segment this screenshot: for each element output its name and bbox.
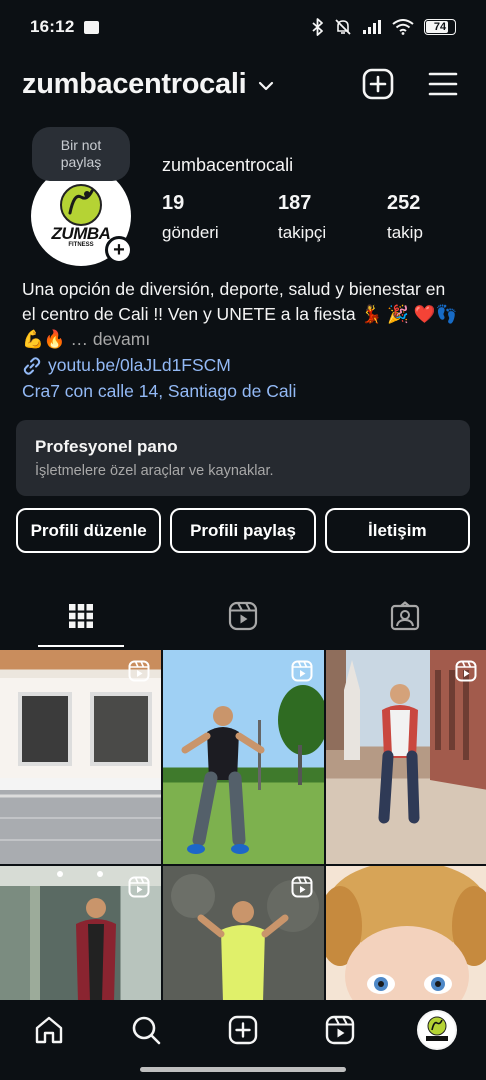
grid-post-4[interactable] bbox=[0, 866, 161, 1000]
dashboard-title: Profesyonel pano bbox=[35, 437, 178, 456]
contact-button[interactable]: İletişim bbox=[324, 508, 470, 553]
search-icon bbox=[132, 1016, 161, 1045]
professional-dashboard-card[interactable]: Profesyonel pano İşletmelere özel araçla… bbox=[16, 420, 470, 496]
stat-followers-label: takipçi bbox=[278, 223, 327, 242]
zumba-logo-icon bbox=[60, 184, 102, 226]
tab-tagged[interactable] bbox=[324, 585, 486, 647]
profile-header: zumbacentrocali bbox=[22, 60, 458, 108]
stat-followers-value: 187 bbox=[278, 192, 312, 214]
nav-home[interactable] bbox=[0, 1000, 97, 1060]
tagged-icon bbox=[390, 601, 420, 631]
create-icon[interactable] bbox=[362, 68, 394, 100]
bio: Una opción de diversión, deporte, salud … bbox=[22, 277, 462, 352]
menu-icon[interactable] bbox=[428, 71, 458, 97]
stat-following[interactable]: 252 takip bbox=[387, 192, 423, 243]
stat-followers[interactable]: 187 takipçi bbox=[278, 192, 387, 243]
note-bubble[interactable]: Bir not paylaş bbox=[32, 127, 130, 181]
reel-badge-icon bbox=[291, 660, 313, 682]
tab-reels[interactable] bbox=[162, 585, 324, 647]
grid-post-6[interactable] bbox=[326, 866, 486, 1000]
grid-icon bbox=[69, 604, 93, 628]
bio-link[interactable]: youtu.be/0laJLd1FSCM bbox=[22, 355, 231, 376]
grid-post-1[interactable] bbox=[0, 650, 161, 864]
stat-following-value: 252 bbox=[387, 192, 421, 214]
reel-badge-icon bbox=[128, 660, 150, 682]
battery-icon: 74 bbox=[424, 19, 456, 35]
link-icon bbox=[23, 356, 41, 375]
signal-icon bbox=[363, 20, 381, 34]
message-icon bbox=[84, 20, 100, 34]
zumba-logo-icon bbox=[426, 1016, 449, 1041]
share-profile-button[interactable]: Profili paylaş bbox=[170, 508, 316, 553]
bio-link-text[interactable]: youtu.be/0laJLd1FSCM bbox=[48, 355, 231, 376]
post-photo-1 bbox=[0, 678, 161, 864]
status-time: 16:12 bbox=[30, 17, 75, 36]
status-icons: 74 bbox=[312, 18, 456, 36]
nav-search[interactable] bbox=[97, 1000, 194, 1060]
reels-icon bbox=[228, 601, 258, 631]
grid-post-5[interactable] bbox=[163, 866, 324, 1000]
nav-reels[interactable] bbox=[292, 1000, 389, 1060]
header-actions bbox=[362, 68, 458, 100]
profile-stats: 19 gönderi 187 takipçi 252 takip bbox=[162, 192, 423, 243]
content-tabs bbox=[0, 585, 486, 647]
avatar-brand: ZUMBA bbox=[51, 224, 111, 243]
profile-avatar-wrap[interactable]: ZUMBA FITNESS + bbox=[31, 166, 133, 266]
bluetooth-icon bbox=[312, 18, 323, 36]
avatar-sub: FITNESS bbox=[68, 242, 94, 248]
profile-avatar bbox=[417, 1010, 458, 1050]
bio-more-link[interactable]: … devamı bbox=[70, 329, 150, 349]
mute-icon bbox=[335, 19, 351, 35]
home-indicator[interactable] bbox=[140, 1067, 346, 1072]
reels-icon bbox=[326, 1015, 355, 1045]
posts-grid bbox=[0, 650, 486, 1000]
home-icon bbox=[35, 1016, 62, 1044]
add-story-button[interactable]: + bbox=[105, 236, 133, 264]
reel-badge-icon bbox=[128, 876, 150, 898]
battery-level: 74 bbox=[433, 21, 447, 33]
post-photo-2 bbox=[181, 685, 324, 854]
profile-actions: Profili düzenle Profili paylaş İletişim bbox=[16, 508, 470, 553]
stat-posts-value: 19 bbox=[162, 192, 185, 214]
stat-posts-label: gönderi bbox=[162, 223, 219, 242]
stat-posts[interactable]: 19 gönderi bbox=[162, 192, 278, 243]
nav-profile[interactable] bbox=[389, 1000, 486, 1060]
stat-following-label: takip bbox=[387, 223, 423, 242]
reel-badge-icon bbox=[455, 660, 477, 682]
grid-post-3[interactable] bbox=[326, 650, 486, 864]
dashboard-subtitle: İşletmelere özel araçlar ve kaynaklar. bbox=[35, 463, 274, 479]
chevron-down-icon[interactable] bbox=[258, 81, 274, 91]
profile-name: zumbacentrocali bbox=[162, 155, 294, 175]
status-bar: 16:12 74 bbox=[0, 0, 486, 54]
tab-posts[interactable] bbox=[0, 585, 162, 647]
post-photo-6 bbox=[326, 866, 486, 1000]
post-photo-3 bbox=[326, 650, 486, 824]
reel-badge-icon bbox=[291, 876, 313, 898]
grid-post-2[interactable] bbox=[163, 650, 324, 864]
edit-profile-button[interactable]: Profili düzenle bbox=[16, 508, 162, 553]
account-switcher[interactable]: zumbacentrocali bbox=[22, 68, 247, 101]
wifi-icon bbox=[392, 19, 414, 35]
nav-create[interactable] bbox=[194, 1000, 291, 1060]
create-icon bbox=[228, 1015, 258, 1045]
bio-address[interactable]: Cra7 con calle 14, Santiago de Cali bbox=[22, 381, 296, 402]
